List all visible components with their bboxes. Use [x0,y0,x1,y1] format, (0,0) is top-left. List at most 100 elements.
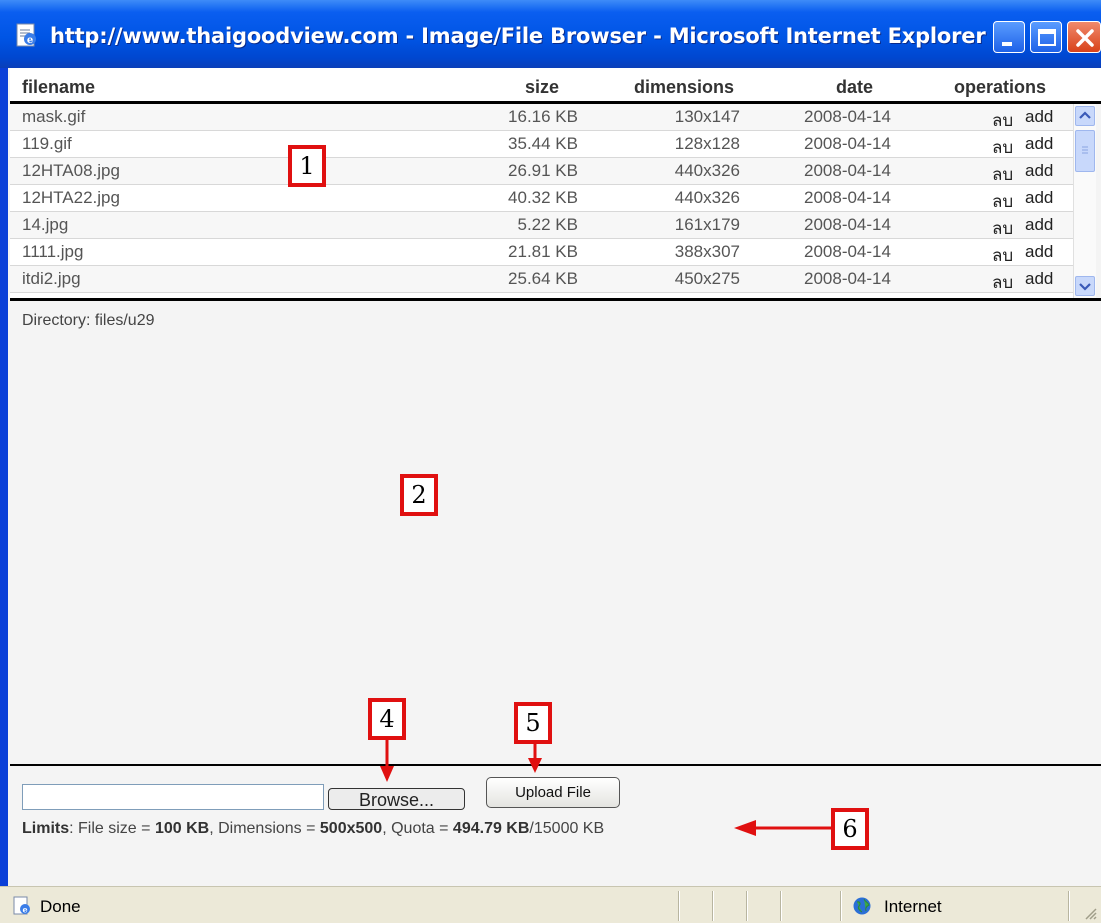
cell-filename[interactable]: 119.gif [22,134,72,154]
minimize-icon [1002,42,1012,46]
cell-size: 40.32 KB [508,188,578,207]
cell-dimensions: 161x179 [674,215,740,234]
delete-link[interactable]: ลบ [992,188,1013,215]
cell-dimensions: 128x128 [674,134,740,153]
status-text: Done [40,897,81,916]
cell-dimensions: 130x147 [674,107,740,126]
delete-link[interactable]: ลบ [992,269,1013,296]
table-row[interactable]: 1111.jpg 21.81 KB 388x307 2008-04-14 ลบ … [10,239,1073,266]
table-row[interactable]: 12HTA08.jpg 26.91 KB 440x326 2008-04-14 … [10,158,1073,185]
cell-filename[interactable]: 14.jpg [22,215,68,235]
file-list-scrollbar[interactable] [1073,104,1096,298]
close-button[interactable] [1067,21,1101,53]
add-link[interactable]: add [1025,107,1053,127]
ie-page-icon: e [16,23,36,47]
cell-date: 2008-04-14 [804,107,891,126]
maximize-button[interactable] [1030,21,1062,53]
status-separator [712,891,714,921]
cell-dimensions: 388x307 [674,242,740,261]
upload-file-button[interactable]: Upload File [486,777,620,808]
add-link[interactable]: add [1025,161,1053,181]
annotation-marker: 2 [400,474,438,516]
add-link[interactable]: add [1025,188,1053,208]
chevron-down-icon [1079,283,1091,291]
divider [10,298,1101,301]
delete-link[interactable]: ลบ [992,134,1013,161]
cell-size: 25.64 KB [508,269,578,288]
quota-label: , Quota = [382,820,453,837]
header-filename: filename [22,77,96,97]
cell-size: 16.16 KB [508,107,578,126]
title-bar[interactable]: e http://www.thaigoodview.com - Image/Fi… [0,0,1101,68]
cell-dimensions: 440x326 [674,161,740,180]
annotation-marker: 1 [288,145,326,187]
add-link[interactable]: add [1025,134,1053,154]
browser-window: e http://www.thaigoodview.com - Image/Fi… [0,0,1101,923]
file-size-value: 100 KB [154,820,210,837]
add-link[interactable]: add [1025,269,1053,289]
table-row[interactable]: mask.gif 16.16 KB 130x147 2008-04-14 ลบ … [10,104,1073,131]
dimensions-value: 500x500 [319,820,383,837]
annotation-marker: 4 [368,698,406,740]
status-separator [840,891,842,921]
quota-used-value: 494.79 KB [452,820,530,837]
table-row[interactable]: itdi2.jpg 25.64 KB 450x275 2008-04-14 ลบ… [10,266,1073,293]
cell-filename[interactable]: 12HTA22.jpg [22,188,120,208]
svg-text:e: e [27,35,33,46]
cell-date: 2008-04-14 [804,134,891,153]
client-area: filename size dimensions date operations… [8,68,1101,886]
minimize-button[interactable] [993,21,1025,53]
limits-label: Limits [22,820,70,837]
close-icon [1076,29,1094,47]
status-separator [1068,891,1070,921]
quota-total-value: /15000 KB [529,820,605,837]
cell-size: 26.91 KB [508,161,578,180]
cell-filename[interactable]: mask.gif [22,107,85,127]
cell-dimensions: 440x326 [674,188,740,207]
resize-grip-icon[interactable] [1083,906,1097,920]
status-separator [746,891,748,921]
status-separator [678,891,680,921]
cell-size: 35.44 KB [508,134,578,153]
header-date: date [836,77,874,97]
delete-link[interactable]: ลบ [992,242,1013,269]
file-path-input[interactable] [22,784,324,810]
cell-filename[interactable]: itdi2.jpg [22,269,81,289]
chevron-up-icon [1079,111,1091,119]
divider [10,764,1101,766]
scroll-up-button[interactable] [1075,106,1095,126]
annotation-marker: 6 [831,808,869,850]
status-separator [780,891,782,921]
globe-icon [853,897,871,915]
file-list: mask.gif 16.16 KB 130x147 2008-04-14 ลบ … [10,104,1073,298]
table-row[interactable]: 14.jpg 5.22 KB 161x179 2008-04-14 ลบ add [10,212,1073,239]
delete-link[interactable]: ลบ [992,215,1013,242]
scroll-down-button[interactable] [1075,276,1095,296]
cell-filename[interactable]: 1111.jpg [22,242,83,262]
cell-filename[interactable]: 12HTA08.jpg [22,161,120,181]
scroll-thumb[interactable] [1075,130,1095,172]
directory-label: Directory: files/u29 [22,312,155,329]
annotation-marker: 5 [514,702,552,744]
cell-date: 2008-04-14 [804,269,891,288]
delete-link[interactable]: ลบ [992,107,1013,134]
add-link[interactable]: add [1025,242,1053,262]
limits-text: Limits: File size = 100 KB, Dimensions =… [22,820,604,838]
ie-page-icon: e [13,896,30,915]
file-size-label: : File size = [69,820,155,837]
table-row[interactable]: 119.gif 35.44 KB 128x128 2008-04-14 ลบ a… [10,131,1073,158]
delete-link[interactable]: ลบ [992,161,1013,188]
grip-lines-icon [1082,146,1088,154]
svg-text:e: e [22,905,27,915]
add-link[interactable]: add [1025,215,1053,235]
header-size: size [525,77,560,97]
file-browser: filename size dimensions date operations… [10,68,1101,886]
cell-date: 2008-04-14 [804,215,891,234]
cell-date: 2008-04-14 [804,188,891,207]
cell-date: 2008-04-14 [804,242,891,261]
browse-button[interactable]: Browse... [328,788,465,810]
table-header: filename size dimensions date operations [10,68,1101,104]
header-dimensions: dimensions [634,77,735,97]
table-row[interactable]: 12HTA22.jpg 40.32 KB 440x326 2008-04-14 … [10,185,1073,212]
cell-size: 21.81 KB [508,242,578,261]
